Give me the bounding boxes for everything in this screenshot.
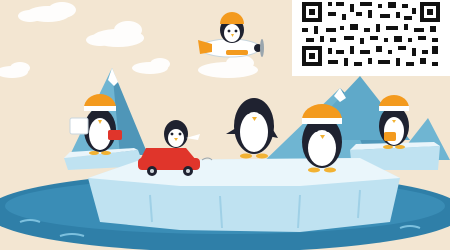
penguin-icon <box>164 120 200 148</box>
penguin-scene <box>0 0 450 250</box>
cloud-icon <box>132 58 170 74</box>
penguin-icon <box>220 12 244 43</box>
qr-code-icon[interactable] <box>292 0 450 76</box>
penguin-icon <box>226 98 278 159</box>
iceberg-icon <box>88 158 400 232</box>
qr-code-pattern <box>300 0 442 70</box>
cloud-icon <box>18 2 76 22</box>
cloud-icon <box>0 62 30 78</box>
cloud-icon <box>86 21 144 47</box>
cloud-icon <box>198 55 258 78</box>
